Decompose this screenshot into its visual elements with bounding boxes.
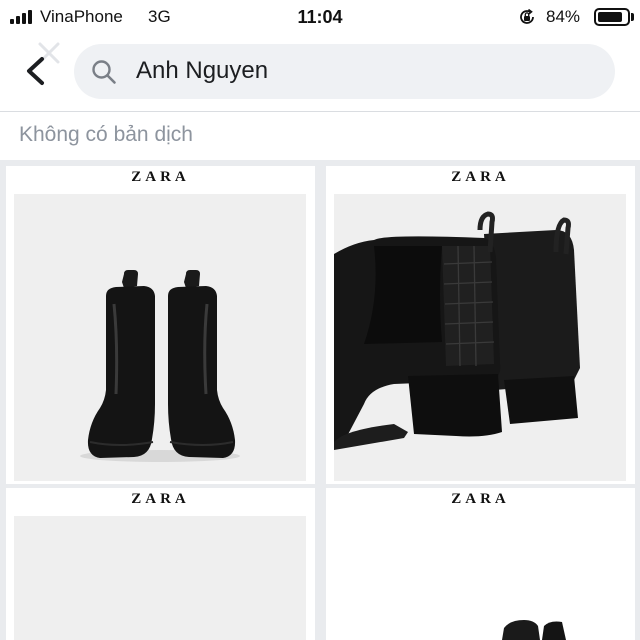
- boots-front-pair-illustration: [80, 270, 240, 462]
- search-query: Anh Nguyen: [136, 57, 269, 84]
- product-image: [14, 516, 306, 640]
- product-card[interactable]: ZARA: [6, 488, 315, 640]
- product-card[interactable]: ZARA: [326, 488, 635, 640]
- product-image: [14, 194, 306, 481]
- status-bar: VinaPhone 3G 11:04 84%: [0, 0, 640, 34]
- boots-heel-closeup-illustration: [334, 211, 580, 450]
- search-icon: [92, 60, 116, 84]
- search-input[interactable]: Anh Nguyen: [74, 44, 615, 99]
- header-divider: [0, 111, 640, 112]
- battery-icon: [594, 8, 630, 26]
- brand-logo: ZARA: [451, 169, 510, 185]
- boot-heel-partial-illustration: [502, 620, 566, 640]
- battery-nub: [631, 13, 634, 21]
- product-image: [334, 516, 626, 640]
- rotation-lock-icon: [520, 8, 534, 24]
- product-image: [334, 194, 626, 481]
- brand-logo: ZARA: [451, 491, 510, 507]
- product-card[interactable]: ZARA: [6, 166, 315, 484]
- brand-logo: ZARA: [131, 169, 190, 185]
- chevron-left-icon: [27, 57, 44, 85]
- brand-logo: ZARA: [131, 491, 190, 507]
- product-card[interactable]: ZARA: [326, 166, 635, 484]
- status-time: 11:04: [297, 7, 343, 27]
- translation-notice[interactable]: Không có bản dịch: [19, 123, 193, 147]
- battery-level-fill: [598, 12, 622, 22]
- back-button[interactable]: [20, 54, 52, 88]
- battery-percent: 84%: [546, 7, 581, 26]
